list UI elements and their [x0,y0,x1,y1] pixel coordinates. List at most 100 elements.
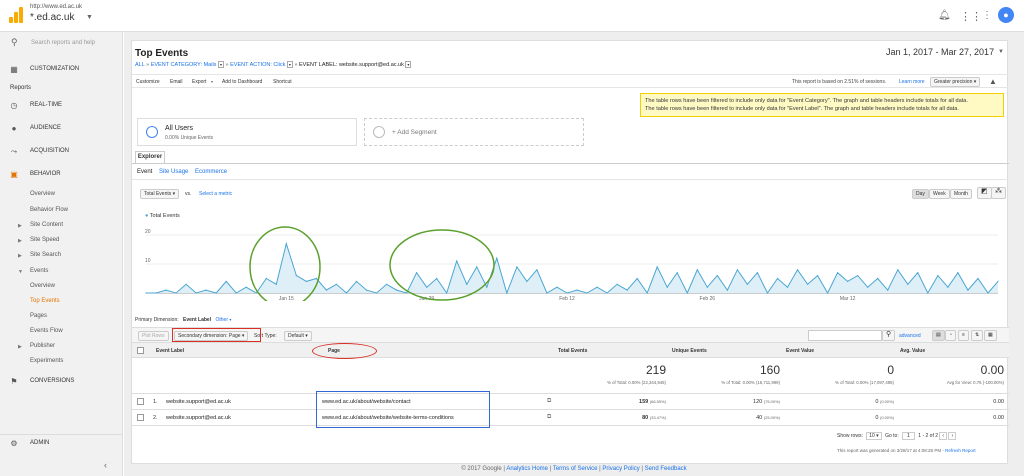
collapse-arrow-icon[interactable]: ▼ [18,269,23,275]
data-point[interactable] [345,292,348,294]
refresh-report-link[interactable]: Refresh Report [945,448,976,453]
collapse-sidebar-icon[interactable]: ‹ [104,460,107,470]
data-point[interactable] [395,289,398,291]
row-event-label[interactable]: website.support@ed.ac.uk [166,415,231,421]
date-caret-icon[interactable]: ▼ [998,49,1004,55]
data-point[interactable] [175,292,177,294]
data-point[interactable] [265,277,267,280]
add-to-dashboard-button[interactable]: Add to Dashboard [222,79,262,85]
sidebar-item-top-events[interactable]: Top Events [30,298,60,304]
data-point[interactable] [546,292,548,294]
pie-view-icon[interactable]: ◔ [945,330,957,341]
data-point[interactable] [426,286,428,288]
data-point[interactable] [636,277,638,280]
data-point[interactable] [686,292,688,294]
action-dropdown-icon[interactable]: ▾ [286,61,293,68]
account-selector[interactable]: *.ed.ac.uk [30,12,74,23]
learn-more-link[interactable]: Learn more [899,79,925,85]
data-point[interactable] [987,292,989,294]
sidebar-item-events-flow[interactable]: Events Flow [30,328,63,334]
sampling-icon[interactable]: ▲ [989,77,997,86]
sidebar-item-behavior-flow[interactable]: Behavior Flow [30,207,68,213]
other-caret-icon[interactable]: ▾ [229,317,231,322]
header-unique-events[interactable]: Unique Events [672,348,707,354]
data-point[interactable] [145,292,147,294]
data-point[interactable] [285,243,287,245]
data-point[interactable] [957,272,959,274]
sidebar-item-site-content[interactable]: Site Content [30,222,63,228]
data-point[interactable] [406,292,408,294]
data-point[interactable] [997,280,999,282]
data-point[interactable] [255,292,257,294]
next-page-icon[interactable]: › [948,432,957,440]
date-range-picker[interactable]: Jan 1, 2017 - Mar 27, 2017 [886,47,994,57]
expand-arrow-icon[interactable]: ▶ [18,344,22,350]
advanced-link[interactable]: advanced [899,333,921,339]
data-point[interactable] [776,277,779,280]
performance-view-icon[interactable]: ≡ [958,330,969,341]
data-point[interactable] [155,292,157,294]
pivot-view-icon[interactable]: ▦ [984,330,997,341]
breadcrumb-all[interactable]: ALL [135,62,145,68]
data-point[interactable] [526,280,528,282]
sidebar-search[interactable]: ⚲ Search reports and help [0,32,123,56]
sidebar-item-conversions[interactable]: ⚑ CONVERSIONS [0,375,123,389]
data-point[interactable] [867,286,869,288]
export-button[interactable]: Export [192,79,206,85]
customize-button[interactable]: Customize [136,79,160,85]
data-point[interactable] [295,275,297,277]
data-point[interactable] [927,292,929,294]
data-point[interactable] [676,272,678,274]
breadcrumb-category[interactable]: EVENT CATEGORY: Mails [151,62,217,68]
data-point[interactable] [696,269,698,271]
data-point[interactable] [446,292,448,294]
data-point[interactable] [335,283,338,285]
data-point[interactable] [606,292,608,294]
select-all-checkbox[interactable] [137,347,144,354]
feedback-link[interactable]: Send Feedback [645,466,687,472]
data-point[interactable] [516,266,518,268]
header-total-events[interactable]: Total Events [558,348,587,354]
data-point[interactable] [816,275,819,277]
sidebar-item-customization[interactable]: ▦ CUSTOMIZATION [0,63,123,77]
data-point[interactable] [837,272,839,274]
row-checkbox[interactable] [137,414,144,421]
table-search-icon[interactable]: ⚲ [882,330,896,341]
header-event-value[interactable]: Event Value [786,348,814,354]
data-point[interactable] [596,286,598,288]
data-point[interactable] [275,283,277,285]
month-button[interactable]: Month [950,189,972,199]
subtab-site-usage[interactable]: Site Usage [159,169,188,175]
data-point[interactable] [907,283,909,285]
data-point[interactable] [656,266,658,268]
sidebar-item-publisher[interactable]: Publisher [30,343,55,349]
data-point[interactable] [215,292,217,294]
data-point[interactable] [646,292,648,294]
line-chart-toggle-icon[interactable]: ◩ [977,187,992,199]
data-point[interactable] [706,286,708,288]
data-point[interactable] [375,292,378,294]
subtab-ecommerce[interactable]: Ecommerce [195,169,227,175]
subtab-event[interactable]: Event [137,169,152,175]
sidebar-item-experiments[interactable]: Experiments [30,358,63,364]
data-point[interactable] [476,266,478,268]
data-point[interactable] [416,272,418,274]
sidebar-item-site-search[interactable]: Site Search [30,252,61,258]
day-button[interactable]: Day [912,189,929,199]
expand-arrow-icon[interactable]: ▶ [18,238,22,244]
add-segment-button[interactable]: + Add Segment [364,118,584,146]
segment-all-users[interactable]: All Users 0.00% Unique Events [137,118,357,146]
table-row[interactable]: 1. website.support@ed.ac.uk www.ed.ac.uk… [132,394,1009,410]
bell-icon[interactable]: 🔔︎ [938,10,951,21]
data-point[interactable] [235,292,237,294]
data-point[interactable] [847,280,849,282]
data-point[interactable] [566,292,568,294]
data-point[interactable] [466,283,468,285]
header-event-label[interactable]: Event Label [156,348,184,354]
table-row[interactable]: 2. website.support@ed.ac.uk www.ed.ac.uk… [132,410,1009,426]
sort-type-select[interactable]: Default ▾ [284,331,312,341]
sidebar-item-overview[interactable]: Overview [30,191,55,197]
external-link-icon[interactable]: ⧉ [547,398,551,405]
external-link-icon[interactable]: ⧉ [547,414,551,421]
expand-arrow-icon[interactable]: ▶ [18,253,22,259]
